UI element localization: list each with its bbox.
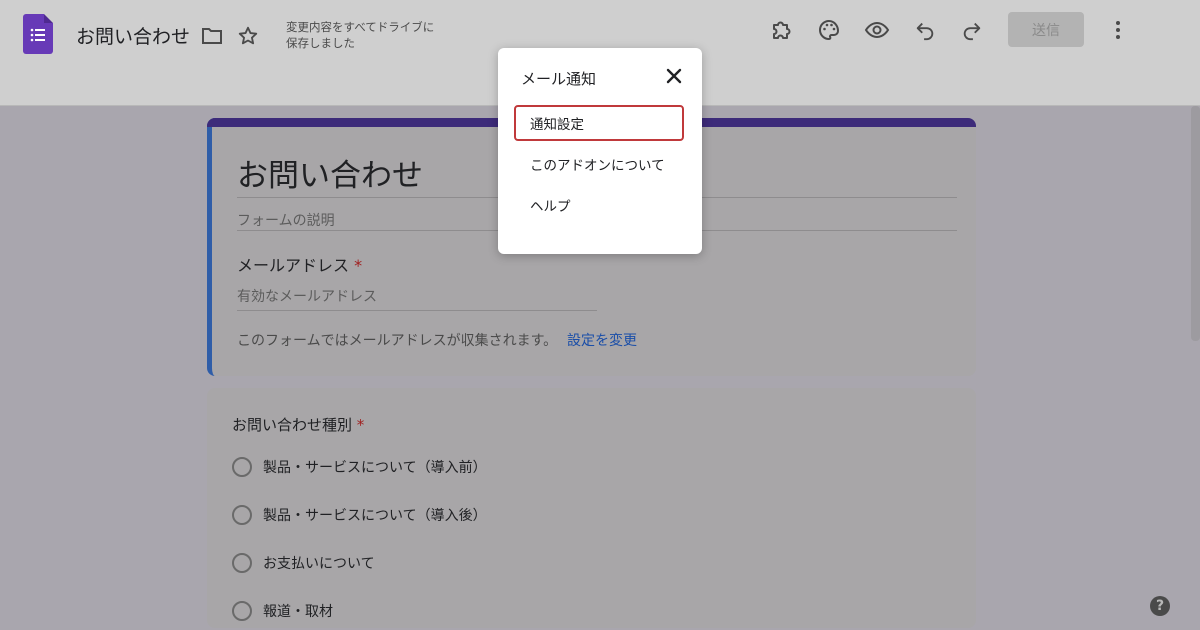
email-question-label: メールアドレス * bbox=[237, 252, 362, 276]
form-description-field[interactable]: フォームの説明 bbox=[237, 210, 335, 230]
menu-item-help[interactable]: ヘルプ bbox=[514, 187, 684, 223]
radio-option[interactable]: 製品・サービスについて（導入後） bbox=[232, 505, 487, 525]
email-question-text: メールアドレス bbox=[237, 256, 350, 275]
more-vert-icon[interactable] bbox=[1105, 17, 1131, 43]
star-icon[interactable] bbox=[235, 23, 261, 49]
radio-option[interactable]: お支払いについて bbox=[232, 553, 375, 573]
email-underline bbox=[237, 310, 597, 311]
save-status-line1: 変更内容をすべてドライブに bbox=[286, 20, 435, 34]
question-card-inquiry-type: お問い合わせ種別 * 製品・サービスについて（導入前） 製品・サービスについて（… bbox=[207, 388, 976, 628]
document-title[interactable]: お問い合わせ bbox=[76, 22, 190, 49]
email-notification-dialog: メール通知 通知設定 このアドオンについて ヘルプ bbox=[498, 48, 702, 254]
scrollbar[interactable] bbox=[1191, 106, 1200, 341]
dialog-title: メール通知 bbox=[521, 70, 597, 88]
change-settings-link[interactable]: 設定を変更 bbox=[567, 330, 637, 350]
email-input[interactable]: 有効なメールアドレス bbox=[237, 286, 377, 306]
question-label-text: お問い合わせ種別 bbox=[232, 416, 353, 434]
radio-option-label: 製品・サービスについて（導入前） bbox=[263, 460, 487, 476]
required-mark: * bbox=[356, 416, 365, 434]
palette-icon[interactable] bbox=[816, 17, 842, 43]
radio-option-label: お支払いについて bbox=[263, 556, 375, 572]
radio-button[interactable] bbox=[232, 457, 252, 477]
eye-preview-icon[interactable] bbox=[864, 17, 890, 43]
required-mark: * bbox=[354, 256, 363, 275]
menu-item-notification-settings[interactable]: 通知設定 bbox=[514, 105, 684, 141]
radio-button[interactable] bbox=[232, 553, 252, 573]
help-icon[interactable]: ? bbox=[1150, 596, 1170, 616]
addon-puzzle-icon[interactable] bbox=[769, 17, 795, 43]
radio-button[interactable] bbox=[232, 505, 252, 525]
form-title[interactable]: お問い合わせ bbox=[237, 150, 423, 195]
undo-icon[interactable] bbox=[912, 17, 938, 43]
radio-option-label: 報道・取材 bbox=[263, 604, 333, 620]
email-collect-note: このフォームではメールアドレスが収集されます。 bbox=[237, 333, 558, 349]
send-button[interactable]: 送信 bbox=[1008, 12, 1084, 47]
radio-option[interactable]: 製品・サービスについて（導入前） bbox=[232, 457, 487, 477]
redo-icon[interactable] bbox=[959, 17, 985, 43]
radio-option[interactable]: 報道・取材 bbox=[232, 601, 333, 621]
question-label: お問い合わせ種別 * bbox=[232, 414, 364, 435]
save-status: 変更内容をすべてドライブに 保存しました bbox=[286, 19, 434, 51]
forms-logo-icon[interactable] bbox=[23, 14, 53, 54]
folder-icon[interactable] bbox=[199, 23, 225, 49]
close-icon[interactable] bbox=[664, 66, 684, 86]
menu-item-about-addon[interactable]: このアドオンについて bbox=[514, 146, 684, 182]
radio-button[interactable] bbox=[232, 601, 252, 621]
save-status-line2: 保存しました bbox=[286, 36, 355, 50]
radio-option-label: 製品・サービスについて（導入後） bbox=[263, 508, 487, 524]
